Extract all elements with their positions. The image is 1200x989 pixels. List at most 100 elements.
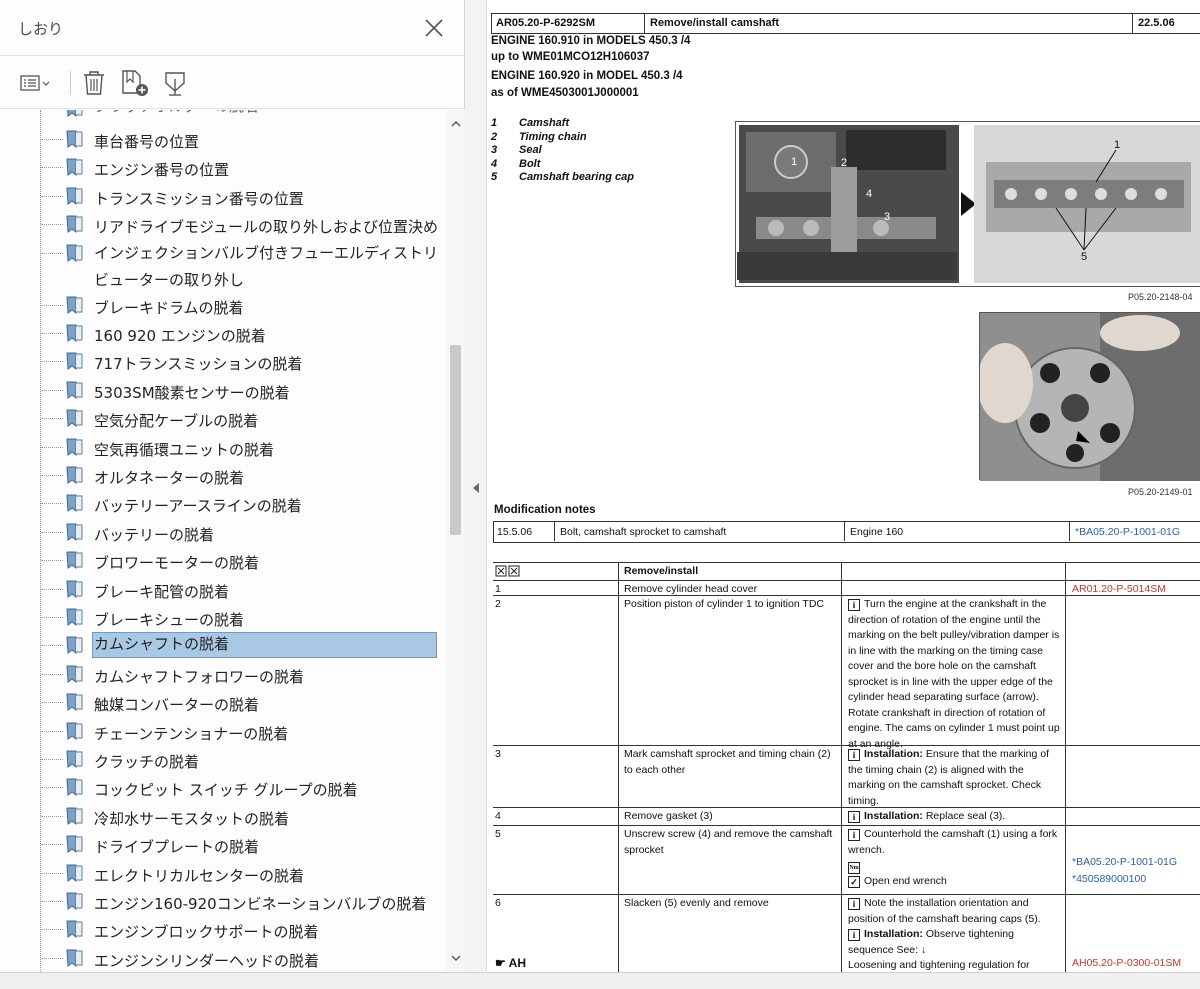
mod-link[interactable]: *BA05.20-P-1001-01G <box>1075 526 1180 538</box>
bookmark-item[interactable]: ブレーキ配管の脱着 <box>0 574 446 602</box>
bookmark-item[interactable]: ブレーキドラムの脱着 <box>0 290 446 318</box>
delete-bookmark-button[interactable] <box>80 67 108 99</box>
bookmark-item[interactable]: カムシャフトの脱着 <box>0 630 446 659</box>
chevron-down-icon <box>451 955 461 961</box>
bookmark-item[interactable]: エレクトリカルセンターの脱着 <box>0 858 446 886</box>
bookmark-label: インジェクションバルブ付きフューエルディストリビューターの取り外し <box>94 243 438 289</box>
document-title: Remove/install camshaft <box>650 17 779 29</box>
bookmarks-scrollbar[interactable] <box>446 110 465 972</box>
legend-text: Camshaft bearing cap <box>519 171 634 183</box>
tree-connector <box>41 901 63 902</box>
bookmark-item[interactable]: トランスミッション番号の位置 <box>0 181 446 209</box>
bookmark-item[interactable]: 空気分配ケーブルの脱着 <box>0 403 446 431</box>
bookmark-item[interactable]: ブロワーモーターの脱着 <box>0 545 446 573</box>
step-reference-link[interactable]: *BA05.20-P-1001-01G <box>1072 855 1177 871</box>
triangle-left-icon <box>473 483 479 493</box>
bookmark-icon <box>64 186 86 206</box>
tool-name: Open end wrench <box>864 875 947 887</box>
table-cell-divider <box>841 581 842 595</box>
bookmark-icon <box>64 919 86 939</box>
scroll-up-button[interactable] <box>449 116 463 130</box>
tree-connector <box>41 139 63 140</box>
step-note: i Turn the engine at the crankshaft in th… <box>848 597 1062 752</box>
bookmark-item[interactable]: ブレーキシューの脱着 <box>0 602 446 630</box>
bookmark-icon <box>64 664 86 684</box>
bookmark-item[interactable]: 717トランスミッションの脱着 <box>0 346 446 374</box>
bookmark-icon <box>64 408 86 428</box>
bookmark-item[interactable]: 160 920 エンジンの脱着 <box>0 318 446 346</box>
bookmark-item[interactable]: クラッチの脱着 <box>0 744 446 772</box>
bookmarks-panel: しおり 車台番号の位置 エンジン番号の位置 トランスミッション番号の位置 リアド… <box>0 0 465 972</box>
bookmark-item[interactable]: ドライブプレートの脱着 <box>0 829 446 857</box>
installation-label: Installation: <box>864 928 923 940</box>
bookmark-item[interactable]: コックピット スイッチ グループの脱着 <box>0 772 446 800</box>
info-icon: i <box>848 749 860 761</box>
bookmark-item[interactable]: エンジンブロックサポートの脱着 <box>0 914 446 942</box>
bookmark-item[interactable]: リアドライブモジュールの取り外しおよび位置決め <box>0 209 446 237</box>
legend-item: 4 Bolt <box>491 158 634 172</box>
bookmark-icon <box>64 607 86 627</box>
bookmark-item[interactable]: クラッチホルダーの脱着 <box>0 110 446 122</box>
tree-connector <box>41 588 63 590</box>
bookmark-item[interactable]: 5303SM酸素センサーの脱着 <box>0 375 446 403</box>
tool-line: ✓ Open end wrench <box>848 874 1062 890</box>
bookmark-item[interactable]: エンジン160-920コンビネーションバルブの脱着 <box>0 886 446 914</box>
horizontal-scrollbar[interactable] <box>0 972 1200 989</box>
table-cell-divider <box>618 808 619 825</box>
bookmark-icon <box>64 380 86 400</box>
mod-date: 15.5.06 <box>497 526 533 538</box>
bookmark-item[interactable]: カムシャフトフォロワーの脱着 <box>0 659 446 687</box>
step-action: Slacken (5) evenly and remove <box>624 897 769 909</box>
scrollbar-thumb[interactable] <box>450 345 461 535</box>
step-reference-link[interactable]: AH05.20-P-0300-01SM <box>1072 956 1181 972</box>
bookmark-icon <box>64 692 86 712</box>
tree-connector <box>41 252 63 254</box>
tool-number-link[interactable]: *450589000100 <box>1072 872 1146 888</box>
table-cell-divider <box>618 895 619 972</box>
table-cell-divider <box>618 596 619 745</box>
bookmark-item[interactable]: インジェクションバルブ付きフューエルディストリビューターの取り外し <box>0 238 446 290</box>
bookmark-item[interactable]: 冷却水サーモスタットの脱着 <box>0 801 446 829</box>
bookmark-label: カムシャフトの脱着 <box>92 632 437 659</box>
tree-connector <box>41 872 63 874</box>
bookmark-item[interactable]: 空気再循環ユニットの脱着 <box>0 432 446 460</box>
tree-connector <box>41 844 63 846</box>
bookmark-icon <box>64 214 86 234</box>
installation-line: i Installation: Observe tightening sequen… <box>848 927 1062 958</box>
bookmark-item[interactable]: バッテリーの脱着 <box>0 517 446 545</box>
tag-bookmark-button[interactable] <box>158 67 192 99</box>
bookmark-item[interactable]: 触媒コンバーターの脱着 <box>0 687 446 715</box>
options-list-icon <box>20 75 50 91</box>
table-cell-divider <box>841 895 842 972</box>
bookmark-item[interactable]: オルタネーターの脱着 <box>0 460 446 488</box>
tree-connector <box>41 702 63 704</box>
bookmark-item[interactable]: エンジン番号の位置 <box>0 152 446 180</box>
installation-label: Installation: <box>864 810 923 822</box>
bookmark-icon <box>64 243 86 263</box>
step-number: 2 <box>495 598 501 610</box>
bookmark-item[interactable]: 車台番号の位置 <box>0 124 446 152</box>
legend-number: 5 <box>491 171 498 183</box>
tree-connector <box>41 560 63 562</box>
step-number: 4 <box>495 810 501 822</box>
bookmark-item[interactable]: バッテリーアースラインの脱着 <box>0 488 446 516</box>
bookmark-item[interactable]: エンジンシリンダーヘッドの脱着 <box>0 943 446 971</box>
tree-connector <box>41 446 63 448</box>
panel-splitter[interactable] <box>465 0 487 972</box>
table-cell-divider <box>841 808 842 825</box>
step-note: i Installation: Replace seal (3). <box>848 809 1062 825</box>
legend-item: 2 Timing chain <box>491 131 634 145</box>
bookmark-icon <box>64 550 86 570</box>
bookmark-icon <box>64 157 86 177</box>
collapse-panel-button[interactable] <box>471 480 481 494</box>
bookmark-item[interactable]: チェーンテンショナーの脱着 <box>0 716 446 744</box>
bookmark-label: エンジンシリンダーヘッドの脱着 <box>94 951 320 970</box>
new-bookmark-button[interactable] <box>118 67 152 99</box>
options-menu-button[interactable] <box>18 67 60 99</box>
bookmark-label: クラッチホルダーの脱着 <box>94 110 439 120</box>
scroll-down-button[interactable] <box>449 950 463 964</box>
procedure-header-row: Remove/install <box>493 562 1200 580</box>
close-panel-button[interactable] <box>420 14 448 42</box>
procedure-step-row: 6 Slacken (5) evenly and remove i Note the … <box>493 894 1200 972</box>
step-number: 6 <box>495 897 501 909</box>
